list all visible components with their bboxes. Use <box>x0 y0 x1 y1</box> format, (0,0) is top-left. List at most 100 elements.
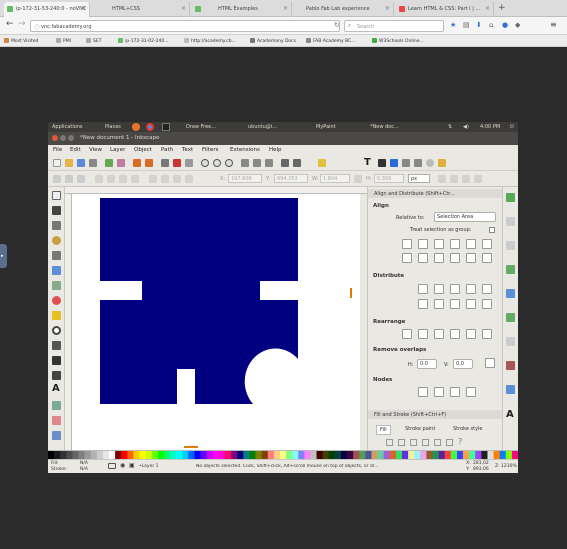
palette-swatch[interactable] <box>212 451 220 459</box>
palette-swatch[interactable] <box>261 451 269 459</box>
mesh-gradient-icon[interactable] <box>422 439 429 446</box>
url-bar[interactable]: ⓘ vnc.fabacademy.org <box>30 20 340 32</box>
palette-swatch[interactable] <box>389 451 397 459</box>
treat-group-checkbox[interactable] <box>489 227 495 233</box>
distribute-nodes-v-icon[interactable] <box>466 387 476 397</box>
palette-swatch[interactable] <box>505 451 513 459</box>
exchange-clockwise-icon[interactable] <box>434 329 444 339</box>
palette-swatch[interactable] <box>328 451 336 459</box>
eye-icon[interactable]: ◉ <box>120 462 125 469</box>
snap-midpoints-icon[interactable] <box>506 361 515 370</box>
transform-patterns-icon[interactable] <box>474 175 482 183</box>
menu-icon[interactable]: ≡ <box>550 20 557 29</box>
remove-overlaps-icon[interactable] <box>485 358 495 368</box>
menu-edit[interactable]: Edit <box>70 147 81 153</box>
palette-swatch[interactable] <box>96 451 104 459</box>
fill-stroke-icon[interactable] <box>318 159 326 167</box>
snap-text-baseline-icon[interactable]: A <box>506 409 514 420</box>
volume-icon[interactable]: ◀) <box>463 124 469 130</box>
home-icon[interactable]: ⌂ <box>489 21 493 29</box>
novnc-control-tab[interactable]: ▸ <box>0 244 7 268</box>
palette-swatch[interactable] <box>78 451 85 459</box>
paint-bucket-tool-icon[interactable] <box>52 431 61 440</box>
snap-bbox-edge-icon[interactable] <box>506 241 515 250</box>
taskbar-item[interactable]: Draw Free... <box>186 124 216 130</box>
drawing-canvas[interactable] <box>72 194 360 450</box>
menu-help[interactable]: Help <box>269 147 282 153</box>
ungroup-icon[interactable] <box>293 159 301 167</box>
node-tool-icon[interactable] <box>52 206 61 215</box>
taskbar-item[interactable]: ubuntu@i... <box>248 124 277 130</box>
palette-swatch[interactable] <box>286 451 293 459</box>
palette-swatch[interactable] <box>475 451 482 459</box>
redo-icon[interactable] <box>145 159 153 167</box>
tab-fill[interactable]: Fill <box>376 425 391 435</box>
palette-swatch[interactable] <box>127 451 134 459</box>
snap-nodes-icon[interactable] <box>506 265 515 274</box>
palette-swatch[interactable] <box>225 451 232 459</box>
distribute-text-h-icon[interactable] <box>482 284 492 294</box>
menu-text[interactable]: Text <box>182 147 193 153</box>
export-icon[interactable] <box>117 159 125 167</box>
close-tab-icon[interactable]: × <box>385 5 390 12</box>
text-tool-icon[interactable]: A <box>52 383 60 394</box>
xml-editor-icon[interactable] <box>378 159 386 167</box>
palette-swatch[interactable] <box>176 451 183 459</box>
snap-intersections-icon[interactable] <box>506 313 515 322</box>
back-arrow-icon[interactable]: ← <box>6 19 14 29</box>
h-field[interactable]: 0.358 <box>374 174 404 183</box>
text-font-icon[interactable]: T <box>364 157 371 168</box>
lock-icon[interactable]: ▣ <box>129 462 135 469</box>
palette-swatches[interactable] <box>48 451 519 459</box>
palette-swatch[interactable] <box>426 451 433 459</box>
distribute-nodes-h-icon[interactable] <box>450 387 460 397</box>
swatch-icon[interactable] <box>446 439 453 446</box>
snap-center-icon[interactable] <box>506 385 515 394</box>
snap-toggle-icon[interactable] <box>506 193 515 202</box>
palette-swatch[interactable] <box>133 451 140 459</box>
chrome-icon[interactable] <box>146 123 154 131</box>
maximize-window-icon[interactable] <box>68 135 74 141</box>
distribute-top-icon[interactable] <box>418 299 428 309</box>
palette-swatch[interactable] <box>371 451 378 459</box>
bookmark-item[interactable]: PMI <box>56 38 71 44</box>
center-horizontal-axis-icon[interactable] <box>434 253 444 263</box>
cut-icon[interactable] <box>173 159 181 167</box>
zoom-value[interactable]: 1230% <box>501 464 517 469</box>
linear-gradient-icon[interactable] <box>398 439 405 446</box>
unset-paint-icon[interactable]: ? <box>458 437 462 446</box>
palette-swatch[interactable] <box>139 451 146 459</box>
calligraphy-tool-icon[interactable] <box>52 371 61 380</box>
palette-swatch[interactable] <box>365 451 372 459</box>
duplicate-icon[interactable] <box>241 159 249 167</box>
x-field[interactable]: 197.606 <box>228 174 262 183</box>
browser-tab[interactable]: Pablo Fab Lab experience × <box>294 2 394 17</box>
palette-swatch[interactable] <box>493 451 500 459</box>
palette-swatch[interactable] <box>249 451 256 459</box>
scale-corners-icon[interactable] <box>450 175 458 183</box>
clone-icon[interactable] <box>253 159 261 167</box>
terminal-icon[interactable] <box>162 123 170 131</box>
unlink-clone-icon[interactable] <box>265 159 273 167</box>
palette-swatch[interactable] <box>487 451 494 459</box>
menu-object[interactable]: Object <box>134 147 152 153</box>
align-top-icon[interactable] <box>418 253 428 263</box>
pencil-tool-icon[interactable] <box>52 341 61 350</box>
align-bottom-edge-icon[interactable] <box>402 253 412 263</box>
zoom-selection-icon[interactable] <box>201 159 209 167</box>
opacity-icon[interactable] <box>108 463 116 469</box>
symbols-icon[interactable] <box>438 159 446 167</box>
palette-swatch[interactable] <box>383 451 391 459</box>
browser-tab[interactable]: HTML+CSS × <box>92 2 190 17</box>
undo-icon[interactable] <box>133 159 141 167</box>
palette-swatch[interactable] <box>60 451 67 459</box>
select-all-layers-icon[interactable] <box>65 175 73 183</box>
palette-swatch[interactable] <box>145 451 153 459</box>
palette-swatch[interactable] <box>310 451 317 459</box>
palette-swatch[interactable] <box>200 451 207 459</box>
select-all-icon[interactable] <box>53 175 61 183</box>
palette-swatch[interactable] <box>456 451 464 459</box>
palette-swatch[interactable] <box>84 451 92 459</box>
palette-swatch[interactable] <box>292 451 299 459</box>
palette-swatch[interactable] <box>347 451 354 459</box>
